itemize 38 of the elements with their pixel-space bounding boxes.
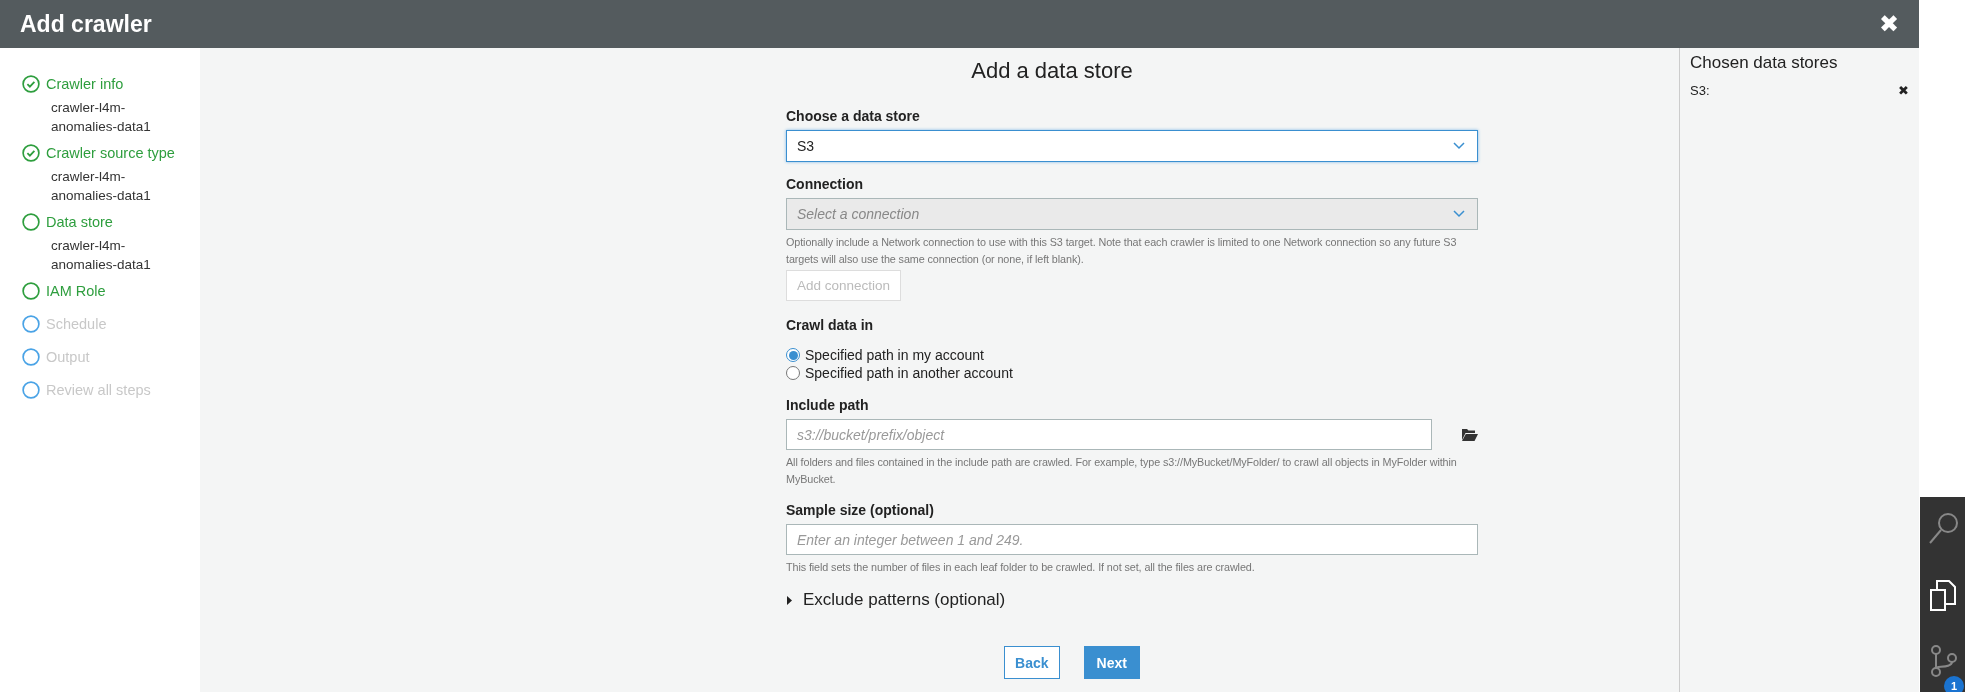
help-text: All folders and files contained in the include path are crawled. For example, type s3://MyBucket/MyFolder/ to crawl all objects in MyFolder within MyBucket. xyxy=(786,455,1458,487)
radio-button[interactable] xyxy=(786,348,800,362)
field-label: Crawl data in xyxy=(786,317,874,333)
folder-icon[interactable] xyxy=(1462,428,1478,441)
step-detail: crawler-l4m-anomalies-data1 xyxy=(51,99,152,136)
step-item[interactable]: Crawler info xyxy=(22,73,124,95)
field-label: Connection xyxy=(786,176,863,192)
sample-size-field[interactable]: Enter an integer between 1 and 249. xyxy=(786,524,1478,555)
step-item[interactable]: IAM Role xyxy=(22,280,106,302)
search-icon[interactable] xyxy=(1927,511,1958,546)
field-label: Choose a data store xyxy=(786,108,920,124)
exclude-patterns-toggle[interactable]: Exclude patterns (optional) xyxy=(786,590,1006,610)
chosen-item: S3: xyxy=(1690,83,1710,98)
step-detail: crawler-l4m-anomalies-data1 xyxy=(51,237,152,274)
window-title: Add crawler xyxy=(20,10,152,38)
step-detail: crawler-l4m-anomalies-data1 xyxy=(51,168,152,205)
radio-option[interactable]: Specified path in another account xyxy=(786,365,1013,381)
chevron-down-icon xyxy=(1453,142,1465,150)
chevron-down-icon xyxy=(1453,210,1465,218)
remove-button[interactable]: ✖ xyxy=(1898,83,1909,98)
help-text: This field sets the number of files in each leaf folder to be crawled. If not set, all the files are crawled. xyxy=(786,560,1256,575)
count-badge: 1 xyxy=(1944,676,1964,692)
close-button[interactable]: ✖ xyxy=(1879,10,1899,38)
radio-button[interactable] xyxy=(786,366,800,380)
step-item[interactable]: Data store xyxy=(22,211,113,233)
radio-option[interactable]: Specified path in my account xyxy=(786,347,984,363)
back-button[interactable]: Back xyxy=(1004,646,1060,679)
include-path-field[interactable]: s3://bucket/prefix/object xyxy=(786,419,1432,450)
copy-icon[interactable] xyxy=(1928,577,1957,612)
help-text: Optionally include a Network connection to use with this S3 target. Note that each crawler is limited to one Network connection so any future S3 targets will also use the same connection (or none, if left blank). xyxy=(786,235,1458,267)
field-label: Sample size (optional) xyxy=(786,502,934,518)
field-label: Include path xyxy=(786,397,869,413)
caret-icon xyxy=(786,595,793,605)
page-title: Add a data store xyxy=(970,58,1134,84)
panel-title: Chosen data stores xyxy=(1690,53,1839,73)
data-store-select[interactable]: S3 xyxy=(786,130,1478,162)
step-item[interactable]: Crawler source type xyxy=(22,142,175,164)
next-button[interactable]: Next xyxy=(1083,646,1140,679)
